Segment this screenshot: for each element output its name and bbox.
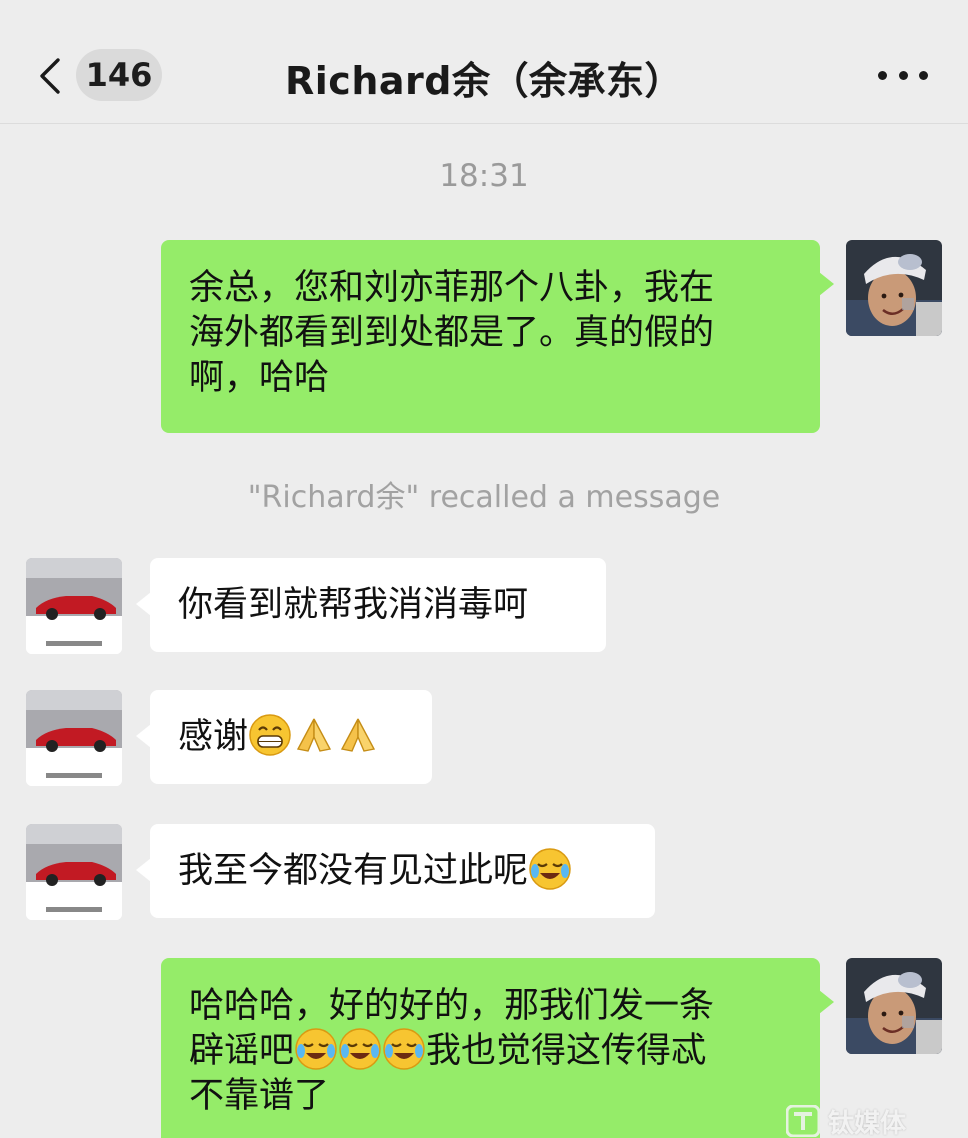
- pray-emoji-icon: [296, 718, 332, 752]
- crying-laugh-emoji-icon: [383, 1028, 425, 1070]
- message-line: 辟谣吧 我也觉得这传得忒: [189, 1028, 792, 1074]
- message-timestamp: 18:31: [439, 158, 529, 194]
- message-line: 海外都看到到处都是了。真的假的: [189, 313, 715, 353]
- more-dots-icon[interactable]: [878, 68, 928, 82]
- car-avatar[interactable]: [26, 690, 122, 786]
- outgoing-message-bubble[interactable]: 哈哈哈，好的好的，那我们发一条 辟谣吧 我也觉得这传得忒 不靠谱了: [161, 958, 834, 1138]
- message-line: 哈哈哈，好的好的，那我们发一条: [189, 986, 715, 1026]
- outgoing-message-bubble[interactable]: 余总，您和刘亦菲那个八卦，我在 海外都看到到处都是了。真的假的 啊，哈哈: [161, 240, 834, 433]
- incoming-message-bubble[interactable]: 感谢: [136, 690, 432, 784]
- crying-laugh-emoji-icon: [295, 1028, 337, 1070]
- watermark: 钛媒体: [786, 1104, 968, 1138]
- grin-emoji-icon: [249, 714, 291, 756]
- recall-notice: "Richard余" recalled a message: [247, 480, 721, 515]
- pray-emoji-icon: [340, 718, 376, 752]
- user-avatar[interactable]: [846, 240, 942, 336]
- incoming-message-bubble[interactable]: 你看到就帮我消消毒呵: [136, 558, 606, 652]
- message-text: 你看到就帮我消消毒呵: [178, 585, 529, 625]
- incoming-message-bubble[interactable]: 我至今都没有见过此呢: [136, 824, 655, 918]
- chat-title: Richard余（余承东）: [285, 59, 683, 103]
- user-avatar[interactable]: [846, 958, 942, 1054]
- message-text: 感谢: [178, 717, 249, 757]
- crying-laugh-emoji-icon: [529, 848, 571, 890]
- message-line: 余总，您和刘亦菲那个八卦，我在: [189, 268, 715, 308]
- chat-header: 146 Richard余（余承东）: [0, 0, 968, 124]
- car-avatar[interactable]: [26, 824, 122, 920]
- watermark-logo-icon: [786, 1105, 820, 1137]
- watermark-text: 钛媒体: [828, 1108, 907, 1138]
- message-line: 不靠谱了: [189, 1076, 330, 1116]
- message-text: 我至今都没有见过此呢: [178, 851, 529, 891]
- car-avatar[interactable]: [26, 558, 122, 654]
- message-line: 啊，哈哈: [189, 358, 330, 398]
- crying-laugh-emoji-icon: [339, 1028, 381, 1070]
